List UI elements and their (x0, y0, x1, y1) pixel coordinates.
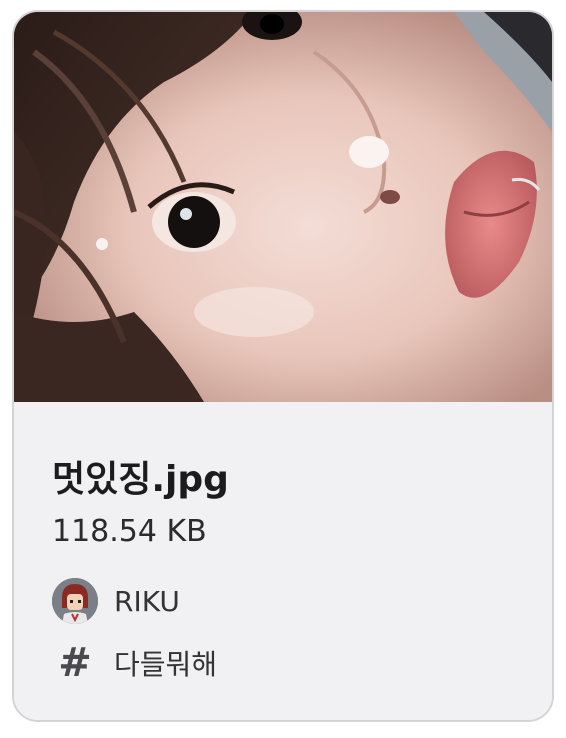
image-preview[interactable] (14, 12, 552, 402)
photo-image (14, 12, 552, 402)
channel-row[interactable]: # 다들뭐해 (52, 640, 217, 686)
file-size: 118.54 KB (52, 514, 207, 549)
attachment-card: 멋있징.jpg 118.54 KB RIKU # 다들뭐해 (12, 10, 554, 722)
attachment-info: 멋있징.jpg 118.54 KB RIKU # 다들뭐해 (14, 402, 552, 720)
user-avatar-icon[interactable] (52, 578, 98, 624)
hash-icon: # (58, 640, 92, 686)
author-row[interactable]: RIKU (52, 578, 180, 624)
channel-name: 다들뭐해 (114, 648, 218, 681)
file-name[interactable]: 멋있징.jpg (52, 450, 229, 502)
author-name: RIKU (114, 584, 180, 618)
